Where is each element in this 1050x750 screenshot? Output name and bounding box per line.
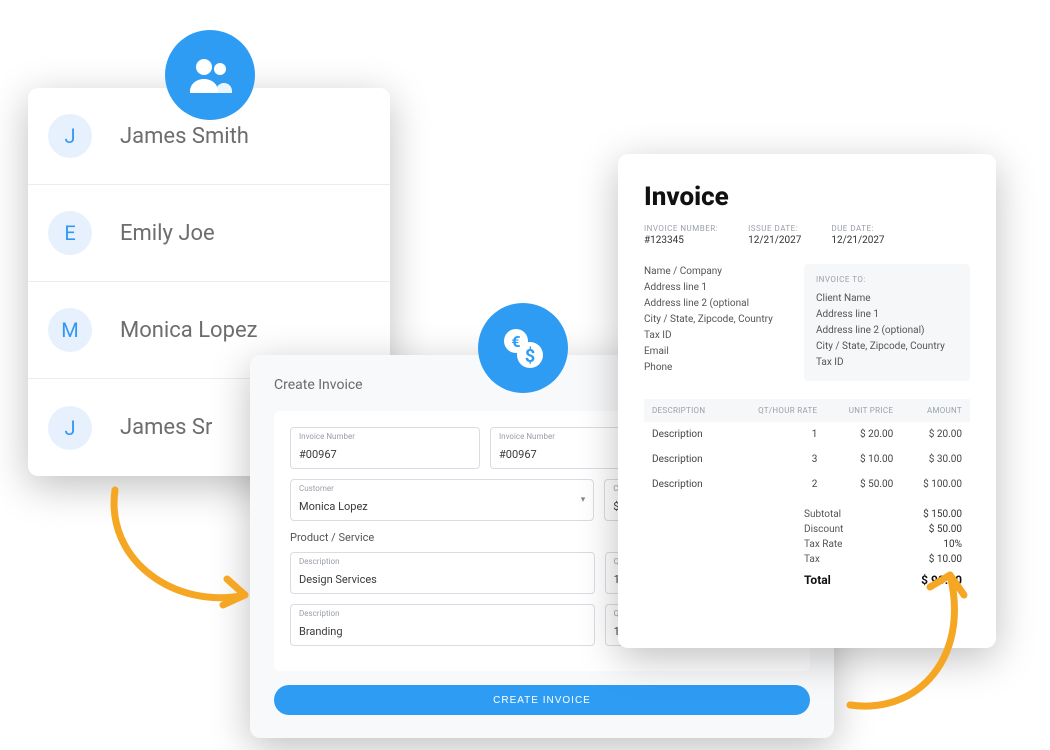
avatar: E bbox=[48, 211, 92, 255]
field-value: Design Services bbox=[299, 573, 377, 586]
discount-label: Discount bbox=[804, 524, 874, 535]
to-line: Address line 2 (optional) bbox=[816, 323, 958, 339]
users-icon bbox=[186, 51, 234, 99]
avatar: J bbox=[48, 406, 92, 450]
from-line: City / State, Zipcode, Country bbox=[644, 312, 786, 328]
col-amount: AMOUNT bbox=[901, 399, 970, 422]
taxrate-value: 10% bbox=[902, 539, 962, 550]
contact-row[interactable]: E Emily Joe bbox=[28, 185, 390, 282]
to-line: City / State, Zipcode, Country bbox=[816, 339, 958, 355]
from-line: Address line 1 bbox=[644, 280, 786, 296]
avatar: J bbox=[48, 114, 92, 158]
cell-qty: 2 bbox=[731, 472, 825, 497]
from-line: Name / Company bbox=[644, 264, 786, 280]
arrow-icon bbox=[840, 555, 1000, 725]
field-label: Description bbox=[299, 557, 586, 566]
invoice-to: INVOICE TO: Client Name Address line 1 A… bbox=[804, 264, 970, 381]
invoice-to-label: INVOICE TO: bbox=[816, 274, 958, 287]
line-description-field[interactable]: Description Design Services bbox=[290, 552, 595, 594]
currency-badge: € $ bbox=[478, 303, 568, 393]
to-line: Address line 1 bbox=[816, 307, 958, 323]
issue-date-label: ISSUE DATE: bbox=[748, 224, 801, 233]
from-line: Phone bbox=[644, 360, 786, 376]
field-value: Branding bbox=[299, 625, 343, 638]
cell-desc: Description bbox=[644, 472, 731, 497]
cell-amount: $ 100.00 bbox=[901, 472, 970, 497]
col-description: DESCRIPTION bbox=[644, 399, 731, 422]
contact-name: James Sr bbox=[120, 415, 212, 440]
subtotal-label: Subtotal bbox=[804, 509, 874, 520]
contact-name: Monica Lopez bbox=[120, 318, 258, 343]
invoice-title: Invoice bbox=[644, 182, 970, 212]
table-row: Description 3 $ 10.00 $ 30.00 bbox=[644, 447, 970, 472]
field-label: Invoice Number bbox=[299, 432, 471, 441]
field-value: Monica Lopez bbox=[299, 500, 368, 513]
invoice-number-label: INVOICE NUMBER: bbox=[644, 224, 718, 233]
cell-qty: 1 bbox=[731, 422, 825, 447]
to-line: Tax ID bbox=[816, 355, 958, 371]
field-value: #00967 bbox=[299, 448, 337, 461]
from-line: Address line 2 (optional bbox=[644, 296, 786, 312]
chevron-down-icon: ▾ bbox=[581, 495, 586, 505]
table-row: Description 2 $ 50.00 $ 100.00 bbox=[644, 472, 970, 497]
cell-amount: $ 30.00 bbox=[901, 447, 970, 472]
create-invoice-button[interactable]: CREATE INVOICE bbox=[274, 685, 810, 715]
cell-unit: $ 10.00 bbox=[825, 447, 901, 472]
field-value: #00967 bbox=[499, 448, 537, 461]
due-date: 12/21/2027 bbox=[831, 235, 884, 246]
from-line: Email bbox=[644, 344, 786, 360]
cell-amount: $ 20.00 bbox=[901, 422, 970, 447]
col-unit: UNIT PRICE bbox=[825, 399, 901, 422]
svg-text:$: $ bbox=[525, 346, 535, 367]
contact-name: Emily Joe bbox=[120, 221, 215, 246]
avatar: M bbox=[48, 308, 92, 352]
currency-icon: € $ bbox=[499, 324, 547, 372]
customer-select[interactable]: Customer Monica Lopez ▾ bbox=[290, 479, 594, 521]
table-row: Description 1 $ 20.00 $ 20.00 bbox=[644, 422, 970, 447]
discount-value: $ 50.00 bbox=[902, 524, 962, 535]
invoice-number-field[interactable]: Invoice Number #00967 bbox=[290, 427, 480, 469]
line-description-field[interactable]: Description Branding bbox=[290, 604, 595, 646]
field-label: Customer bbox=[299, 484, 585, 493]
cell-desc: Description bbox=[644, 447, 731, 472]
from-line: Tax ID bbox=[644, 328, 786, 344]
invoice-line-table: DESCRIPTION QT/HOUR RATE UNIT PRICE AMOU… bbox=[644, 399, 970, 497]
cell-qty: 3 bbox=[731, 447, 825, 472]
col-qty: QT/HOUR RATE bbox=[731, 399, 825, 422]
invoice-number: #123345 bbox=[644, 235, 718, 246]
to-line: Client Name bbox=[816, 291, 958, 307]
cell-unit: $ 20.00 bbox=[825, 422, 901, 447]
cell-unit: $ 50.00 bbox=[825, 472, 901, 497]
taxrate-label: Tax Rate bbox=[804, 539, 874, 550]
cell-desc: Description bbox=[644, 422, 731, 447]
invoice-from: Name / Company Address line 1 Address li… bbox=[644, 264, 786, 381]
arrow-icon bbox=[95, 480, 265, 630]
invoice-meta: INVOICE NUMBER: #123345 ISSUE DATE: 12/2… bbox=[644, 224, 970, 246]
field-label: Description bbox=[299, 609, 586, 618]
issue-date: 12/21/2027 bbox=[748, 235, 801, 246]
subtotal-value: $ 150.00 bbox=[902, 509, 962, 520]
due-date-label: DUE DATE: bbox=[831, 224, 884, 233]
contact-name: James Smith bbox=[120, 124, 249, 149]
users-badge bbox=[165, 30, 255, 120]
